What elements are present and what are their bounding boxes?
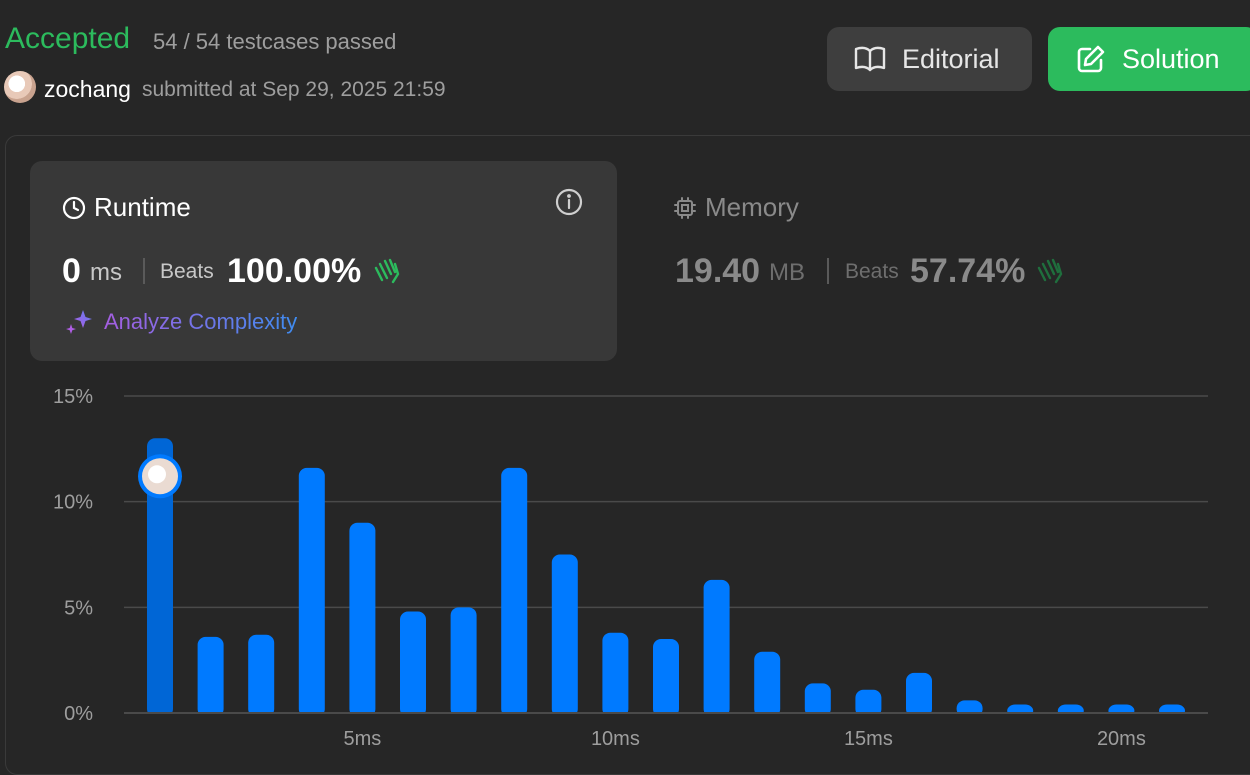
chart-bar[interactable] <box>906 672 932 717</box>
avatar-face <box>148 465 166 484</box>
chart-bar[interactable] <box>349 522 376 717</box>
x-tick-label: 10ms <box>591 728 640 750</box>
y-tick-label: 5% <box>64 597 93 619</box>
runtime-title: Runtime <box>62 192 191 223</box>
book-icon <box>854 46 886 72</box>
username[interactable]: zochang <box>44 76 131 103</box>
testcases-passed: 54 / 54 testcases passed <box>153 29 397 54</box>
memory-tab[interactable]: Memory <box>673 192 799 223</box>
y-tick-label: 0% <box>64 703 93 725</box>
editorial-button[interactable]: Editorial <box>827 27 1032 91</box>
memory-divider <box>827 258 829 284</box>
chart-bar[interactable] <box>197 636 224 717</box>
x-tick-label: 15ms <box>844 728 893 750</box>
y-tick-label: 10% <box>53 492 93 514</box>
chart-bar[interactable] <box>501 467 528 717</box>
x-tick-label: 20ms <box>1097 728 1146 750</box>
chart-bar[interactable] <box>248 634 275 717</box>
status-accepted: Accepted <box>5 22 131 55</box>
chart-bar[interactable] <box>551 554 578 718</box>
clock-icon <box>62 196 86 219</box>
runtime-divider <box>143 258 145 284</box>
clap-icon <box>374 258 400 284</box>
submission-time: submitted at Sep 29, 2025 21:59 <box>142 78 446 101</box>
chart-bar[interactable] <box>602 632 629 717</box>
runtime-value: 0 <box>62 252 81 290</box>
chart-bar[interactable] <box>653 639 679 717</box>
analyze-complexity-label: Analyze Complexity <box>104 309 298 334</box>
solution-label: Solution <box>1122 43 1220 74</box>
memory-beats-value: 57.74% <box>910 252 1026 290</box>
memory-title-label: Memory <box>705 192 799 222</box>
chart-bar[interactable] <box>703 579 730 717</box>
edit-icon <box>1077 45 1105 73</box>
chart-bar[interactable] <box>754 651 781 717</box>
runtime-distribution-chart[interactable]: 0% 5% 10% 15% 5ms 10ms 15ms 20ms <box>0 380 1250 752</box>
memory-beats-label: Beats <box>845 260 899 283</box>
runtime-title-label: Runtime <box>94 192 191 222</box>
x-tick-label: 5ms <box>344 728 382 750</box>
editorial-label: Editorial <box>902 43 1000 74</box>
solution-button[interactable]: Solution <box>1048 27 1250 91</box>
avatar[interactable] <box>4 71 36 103</box>
clap-icon-muted <box>1037 258 1063 284</box>
memory-unit: MB <box>769 259 805 286</box>
runtime-beats-label: Beats <box>160 260 214 283</box>
info-icon[interactable] <box>555 188 583 221</box>
baseline-cover <box>124 714 1208 722</box>
analyze-complexity-link[interactable]: Analyze Complexity <box>64 308 297 336</box>
chart-bar[interactable] <box>450 607 477 717</box>
runtime-beats-value: 100.00% <box>227 252 362 290</box>
chip-icon <box>674 196 696 219</box>
runtime-unit: ms <box>90 259 122 286</box>
memory-value: 19.40 <box>675 252 761 290</box>
sparkle-icon <box>66 310 92 334</box>
y-tick-label: 15% <box>53 386 93 408</box>
chart-bar[interactable] <box>400 611 426 717</box>
chart-bar[interactable] <box>804 683 831 717</box>
chart-bar[interactable] <box>298 467 325 717</box>
